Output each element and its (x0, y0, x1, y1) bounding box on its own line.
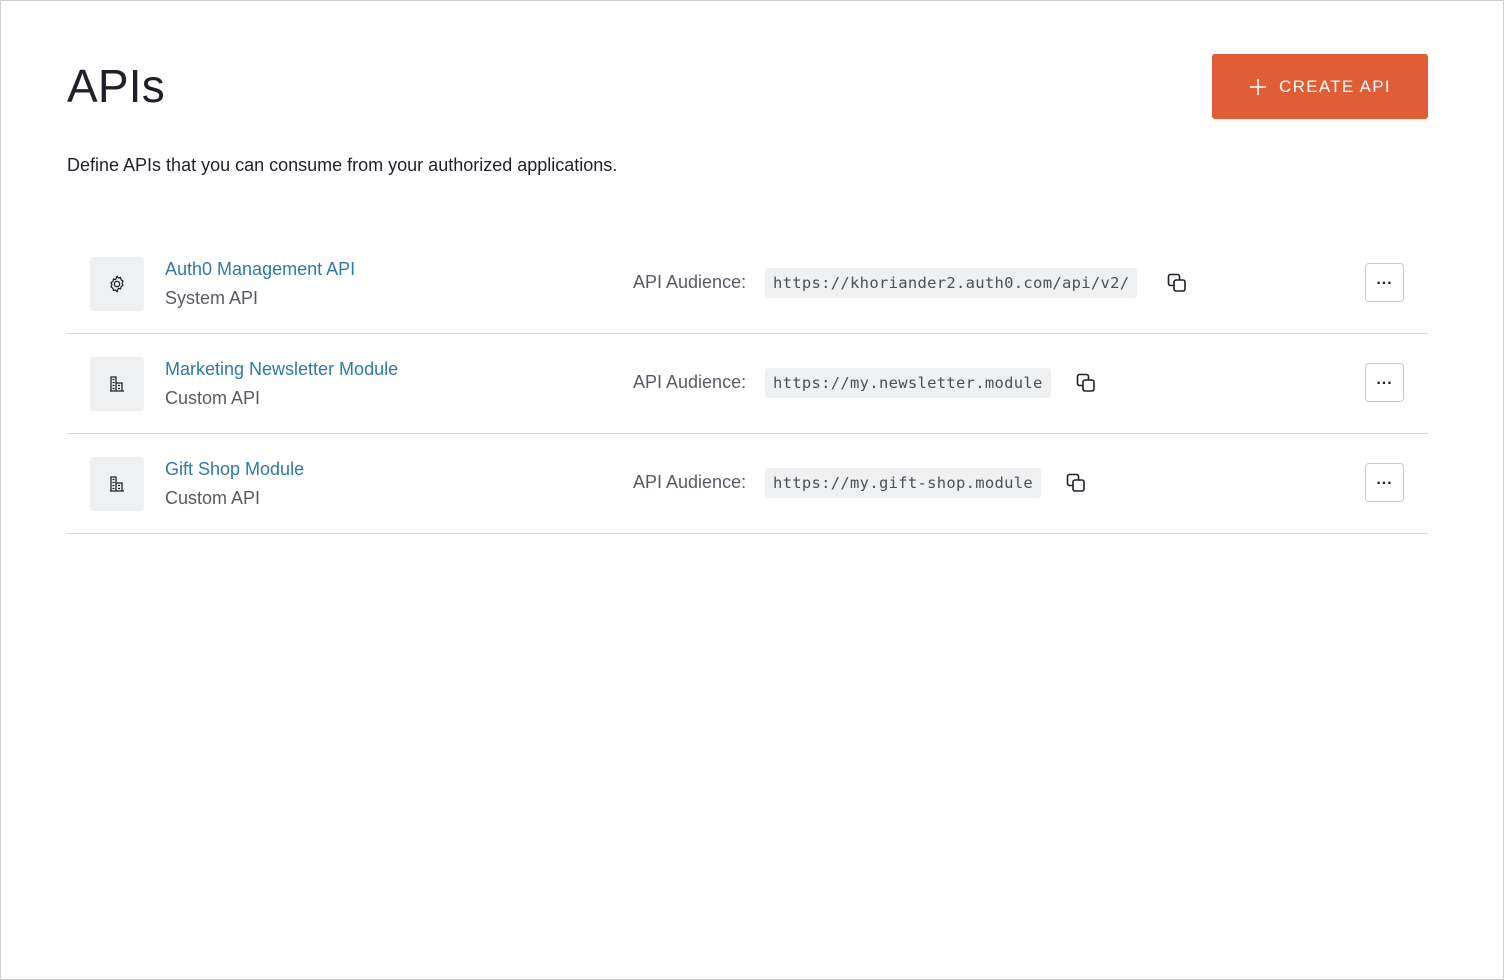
more-options-button[interactable]: ... (1365, 463, 1404, 502)
api-audience-label: API Audience: (633, 472, 747, 492)
api-audience-value: https://my.gift-shop.module (765, 468, 1042, 498)
copy-icon[interactable] (1166, 272, 1188, 294)
copy-icon-glyph (1167, 273, 1186, 292)
building-icon (110, 376, 124, 392)
gear-icon (110, 275, 124, 293)
api-list: Auth0 Management API System API API Audi… (67, 234, 1428, 534)
api-icon-tile (90, 457, 144, 511)
api-row: Gift Shop Module Custom API API Audience… (67, 434, 1428, 534)
api-name-link[interactable]: Gift Shop Module (165, 458, 304, 480)
api-icon-tile (90, 257, 144, 311)
api-name-link[interactable]: Marketing Newsletter Module (165, 358, 398, 380)
api-audience-label: API Audience: (633, 272, 747, 292)
more-options-button[interactable]: ... (1365, 263, 1404, 302)
api-audience-value: https://khoriander2.auth0.com/api/v2/ (765, 268, 1138, 298)
api-type: System API (165, 288, 259, 308)
ellipsis-icon: ... (1376, 270, 1393, 288)
copy-icon-glyph (1076, 373, 1095, 392)
api-audience-label: API Audience: (633, 372, 747, 392)
page-frame: APIs CREATE API Define APIs that you can… (0, 0, 1504, 980)
page-subtitle: Define APIs that you can consume from yo… (67, 155, 618, 175)
api-name-link[interactable]: Auth0 Management API (165, 258, 355, 280)
api-type: Custom API (165, 388, 261, 408)
page-title: APIs (67, 60, 165, 112)
create-api-label: CREATE API (1279, 76, 1391, 96)
api-row: Marketing Newsletter Module Custom API A… (67, 334, 1428, 434)
copy-icon[interactable] (1065, 472, 1087, 494)
building-icon (110, 476, 124, 492)
api-row: Auth0 Management API System API API Audi… (67, 234, 1428, 334)
copy-icon[interactable] (1075, 372, 1097, 394)
ellipsis-icon: ... (1376, 370, 1393, 388)
more-options-button[interactable]: ... (1365, 363, 1404, 402)
ellipsis-icon: ... (1376, 470, 1393, 488)
api-audience-value: https://my.newsletter.module (765, 368, 1051, 398)
create-api-button[interactable]: CREATE API (1212, 54, 1428, 119)
api-icon-tile (90, 357, 144, 411)
plus-icon (1250, 78, 1267, 95)
copy-icon-glyph (1066, 473, 1085, 492)
api-type: Custom API (165, 488, 261, 508)
